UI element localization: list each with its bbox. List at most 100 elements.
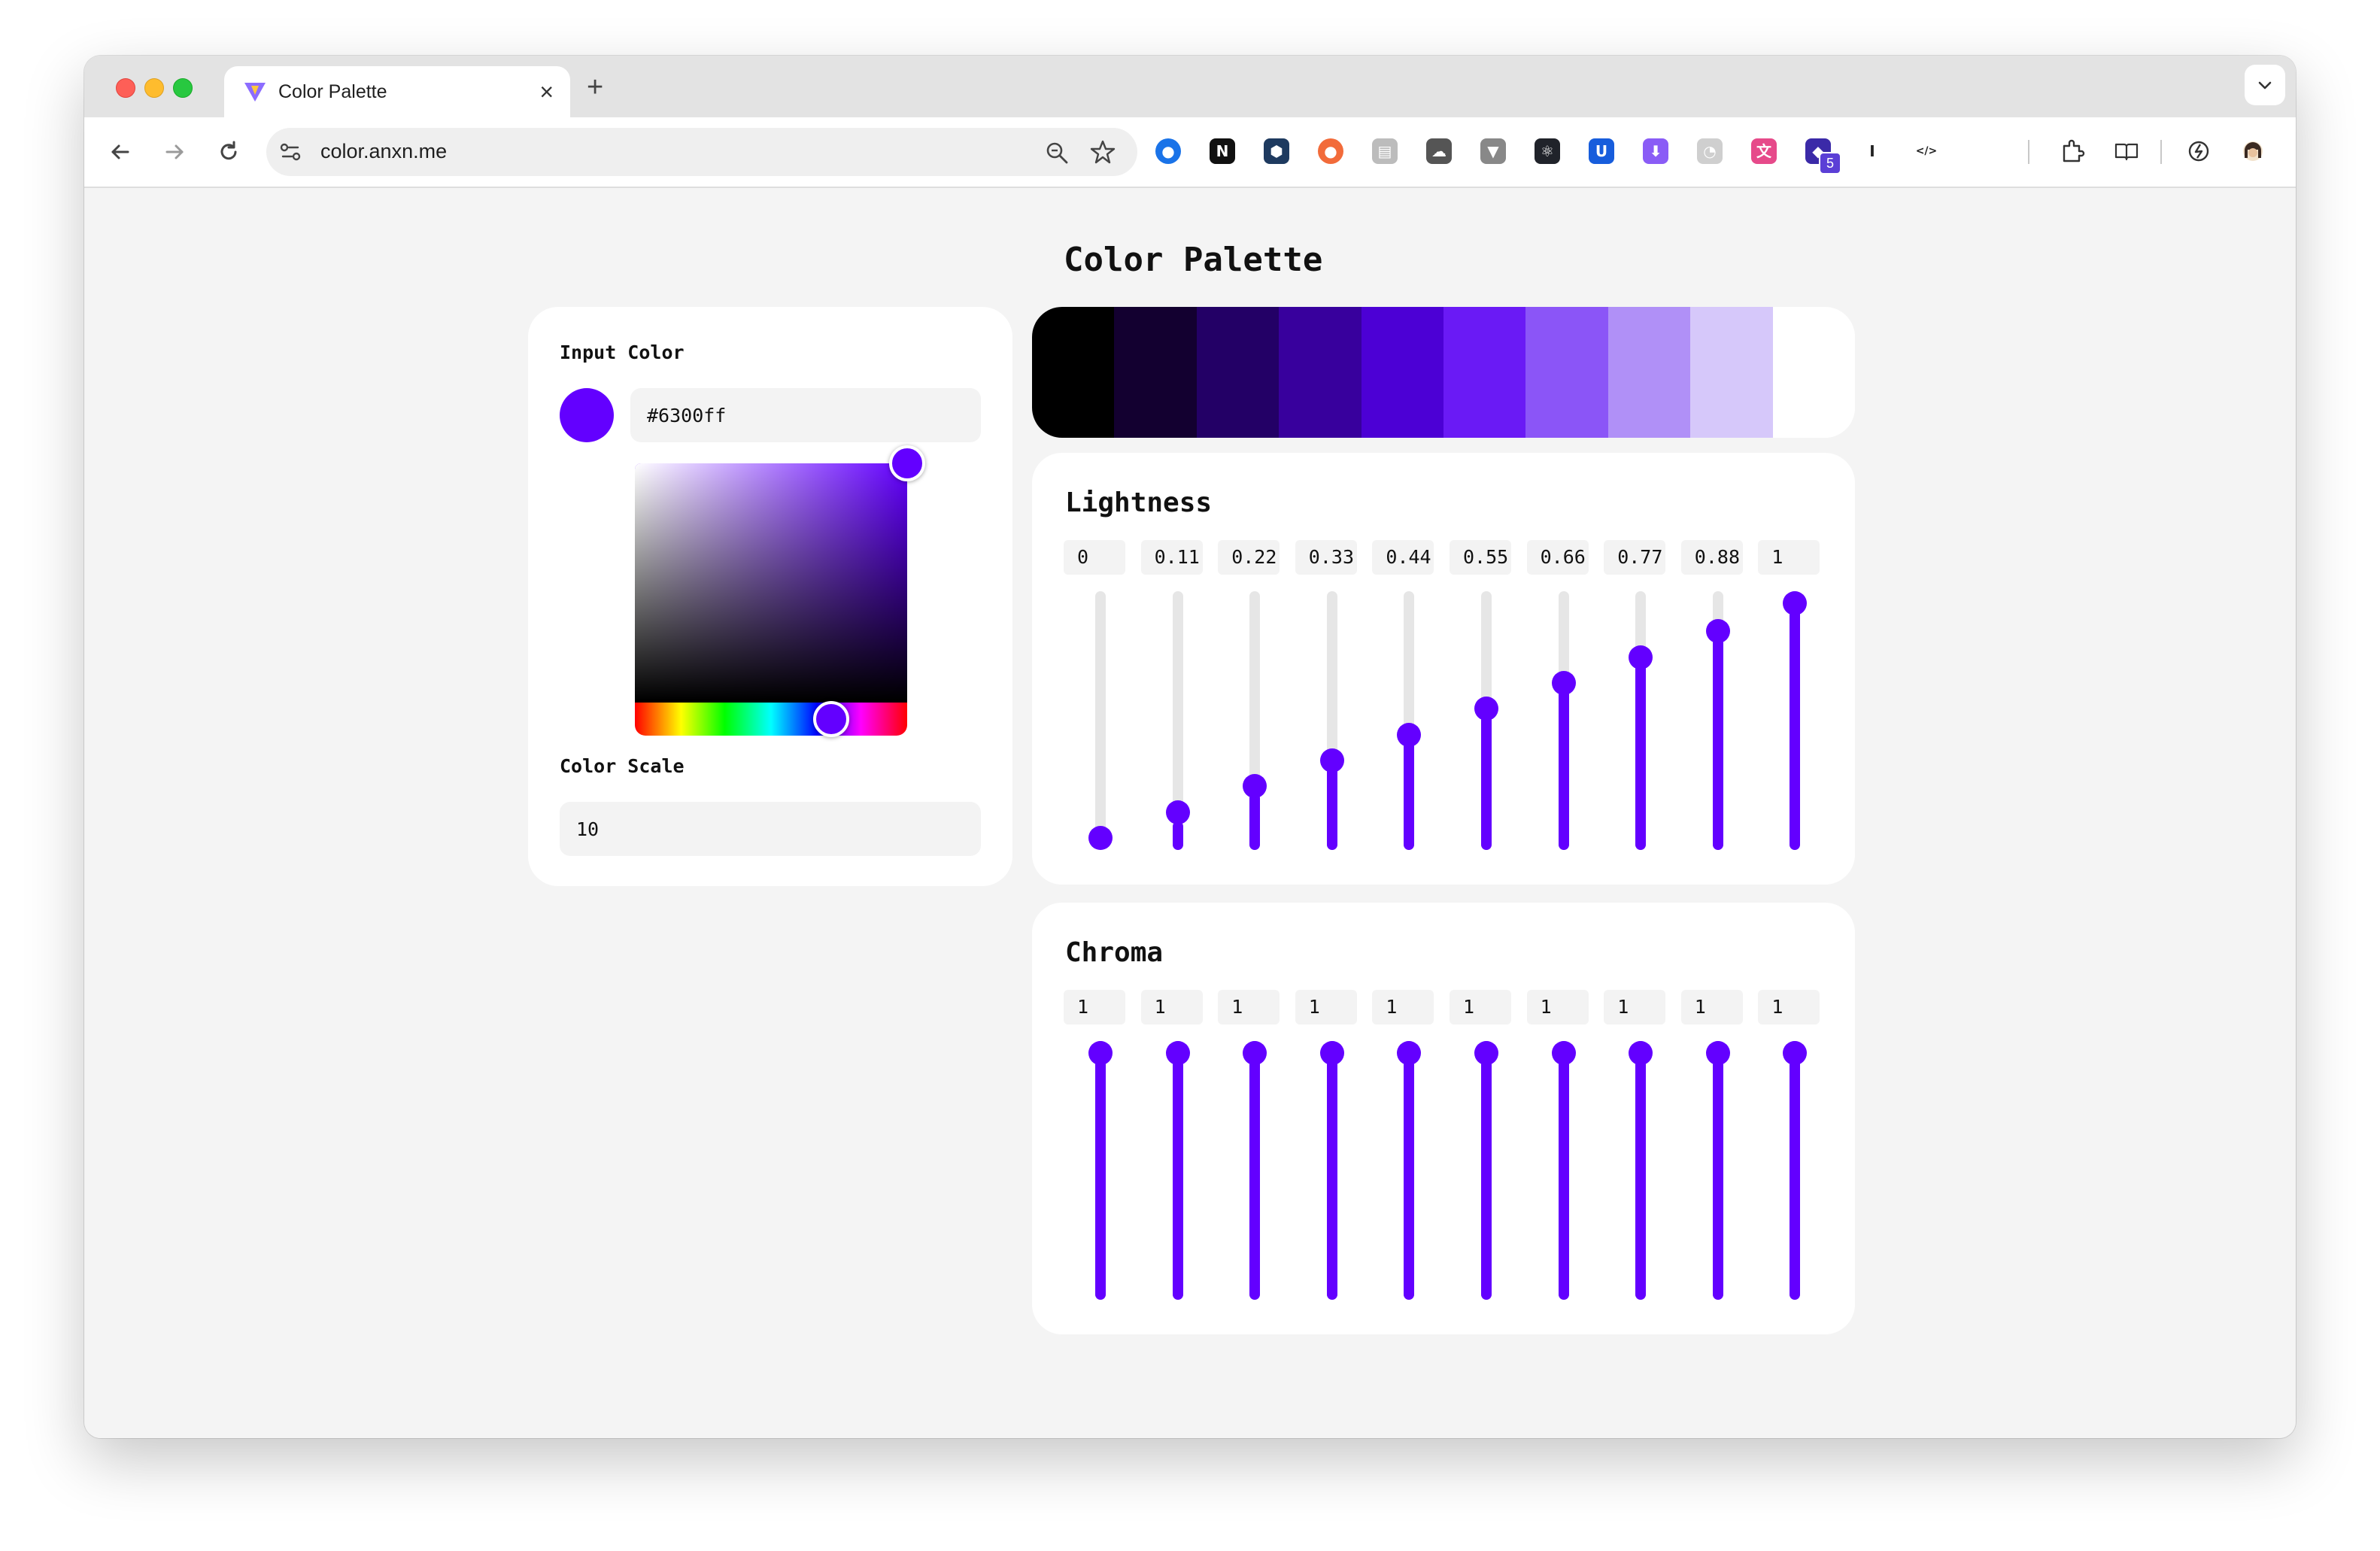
chroma-slider-handle[interactable] <box>1165 1041 1190 1065</box>
more-menu-icon[interactable] <box>2294 138 2296 164</box>
lightness-slider-fill <box>1404 736 1415 850</box>
chrome-extension-1-icon[interactable]: ● <box>1155 138 1181 164</box>
palette-swatch[interactable] <box>1525 307 1608 438</box>
new-tab-button[interactable]: + <box>587 72 603 102</box>
lightness-slider-handle[interactable] <box>1705 619 1730 644</box>
palette-swatch[interactable] <box>1772 307 1855 438</box>
chroma-slider-track[interactable] <box>1249 1041 1261 1300</box>
palette-swatch[interactable] <box>1279 307 1362 438</box>
chroma-slider-fill <box>1326 1041 1337 1300</box>
notion-icon[interactable]: N <box>1210 138 1235 164</box>
lightness-slider-track[interactable] <box>1326 591 1337 850</box>
color-scale-label: Color Scale <box>560 755 685 777</box>
chroma-slider-track[interactable] <box>1712 1041 1723 1300</box>
instapaper-icon[interactable]: I <box>1859 138 1885 164</box>
lightness-slider-handle[interactable] <box>1165 800 1190 824</box>
forward-arrow-icon[interactable] <box>159 137 190 167</box>
lightness-slider-handle[interactable] <box>1783 591 1808 615</box>
lightness-slider-handle[interactable] <box>1629 645 1653 669</box>
chroma-slider-track[interactable] <box>1635 1041 1647 1300</box>
chroma-slider-handle[interactable] <box>1783 1041 1808 1065</box>
address-bar[interactable]: color.anxn.me <box>266 128 1137 176</box>
lightness-slider-handle[interactable] <box>1397 722 1422 747</box>
palette-swatch[interactable] <box>1114 307 1197 438</box>
back-arrow-icon[interactable] <box>105 137 135 167</box>
reload-icon[interactable] <box>214 137 244 167</box>
lightness-slider-track[interactable] <box>1249 591 1261 850</box>
lightness-slider-fill <box>1172 821 1183 850</box>
palette-swatch[interactable] <box>1361 307 1443 438</box>
chroma-slider-track[interactable] <box>1172 1041 1183 1300</box>
chroma-slider-track[interactable] <box>1481 1041 1492 1300</box>
palette-swatch[interactable] <box>1443 307 1526 438</box>
chroma-slider-handle[interactable] <box>1474 1041 1498 1065</box>
hue-slider[interactable] <box>635 703 907 736</box>
bitwarden-icon[interactable]: U <box>1589 138 1614 164</box>
chevron-down-icon <box>2258 81 2272 90</box>
lightness-slider-handle[interactable] <box>1319 748 1344 773</box>
minimize-window-button[interactable] <box>144 78 164 98</box>
chroma-slider-fill <box>1712 1041 1723 1300</box>
chroma-slider-fill <box>1635 1041 1647 1300</box>
puzzle-extensions-icon[interactable] <box>2060 138 2085 164</box>
translate-icon[interactable]: 文 <box>1751 138 1777 164</box>
chroma-slider-handle[interactable] <box>1397 1041 1422 1065</box>
lightness-slider-handle[interactable] <box>1551 671 1576 696</box>
lightness-slider-fill <box>1558 678 1569 850</box>
color-scale-input[interactable] <box>560 802 981 856</box>
lightness-slider-handle[interactable] <box>1474 697 1498 721</box>
hex-input[interactable] <box>630 388 981 442</box>
bookmark-star-icon[interactable] <box>1089 138 1116 165</box>
reading-list-icon[interactable] <box>2114 138 2139 164</box>
orange-extension-icon[interactable]: ● <box>1318 138 1343 164</box>
chroma-slider-handle[interactable] <box>1629 1041 1653 1065</box>
document-icon[interactable]: ▤ <box>1372 138 1398 164</box>
tab-search-button[interactable] <box>2245 65 2285 105</box>
tab-color-palette[interactable]: Color Palette × <box>224 66 570 117</box>
input-color-label: Input Color <box>560 341 685 363</box>
chroma-slider-handle[interactable] <box>1551 1041 1576 1065</box>
timer-icon[interactable]: ◔ <box>1697 138 1723 164</box>
lightness-slider-track[interactable] <box>1404 591 1415 850</box>
react-devtools-icon[interactable]: ⚛ <box>1535 138 1560 164</box>
vue-devtools-icon[interactable]: ▼ <box>1480 138 1506 164</box>
palette-swatch[interactable] <box>1690 307 1773 438</box>
chroma-slider-track[interactable] <box>1095 1041 1106 1300</box>
chroma-slider-track[interactable] <box>1790 1041 1801 1300</box>
chroma-slider-handle[interactable] <box>1243 1041 1267 1065</box>
purple-extension-icon[interactable]: ⬇ <box>1643 138 1668 164</box>
lightness-slider-handle[interactable] <box>1088 826 1113 850</box>
lightness-slider-track[interactable] <box>1790 591 1801 850</box>
lightness-slider-track[interactable] <box>1095 591 1106 850</box>
site-settings-icon[interactable] <box>277 138 304 165</box>
lightness-slider-fill <box>1635 651 1647 850</box>
chroma-slider-track[interactable] <box>1404 1041 1415 1300</box>
hue-handle[interactable] <box>812 701 849 737</box>
saturation-handle[interactable] <box>889 445 925 481</box>
lightness-slider-track[interactable] <box>1635 591 1647 850</box>
zoom-window-button[interactable] <box>173 78 193 98</box>
palette-swatch[interactable] <box>1607 307 1691 438</box>
palette-swatch[interactable] <box>1032 307 1115 438</box>
chroma-slider-handle[interactable] <box>1705 1041 1730 1065</box>
chroma-slider-fill <box>1790 1041 1801 1300</box>
close-window-button[interactable] <box>116 78 135 98</box>
chroma-slider-handle[interactable] <box>1088 1041 1113 1065</box>
lightness-slider-track[interactable] <box>1558 591 1569 850</box>
shield-extension-icon[interactable]: ⬢ <box>1264 138 1289 164</box>
saturation-brightness-picker[interactable] <box>635 463 907 703</box>
palette-swatch[interactable] <box>1196 307 1280 438</box>
chroma-slider-track[interactable] <box>1558 1041 1569 1300</box>
toolbar-divider <box>2028 140 2029 164</box>
cloud-icon[interactable]: ☁ <box>1426 138 1452 164</box>
zoom-icon[interactable] <box>1044 140 1070 165</box>
profile-avatar-icon[interactable] <box>2240 138 2266 164</box>
code-extension-icon[interactable]: </> <box>1914 138 1939 164</box>
tab-close-icon[interactable]: × <box>539 77 554 107</box>
performance-icon[interactable] <box>2186 138 2212 164</box>
chroma-slider-handle[interactable] <box>1319 1041 1344 1065</box>
chroma-slider-track[interactable] <box>1326 1041 1337 1300</box>
input-color-swatch[interactable] <box>560 388 614 442</box>
lightness-slider-handle[interactable] <box>1243 774 1267 799</box>
url-text[interactable]: color.anxn.me <box>320 140 447 163</box>
